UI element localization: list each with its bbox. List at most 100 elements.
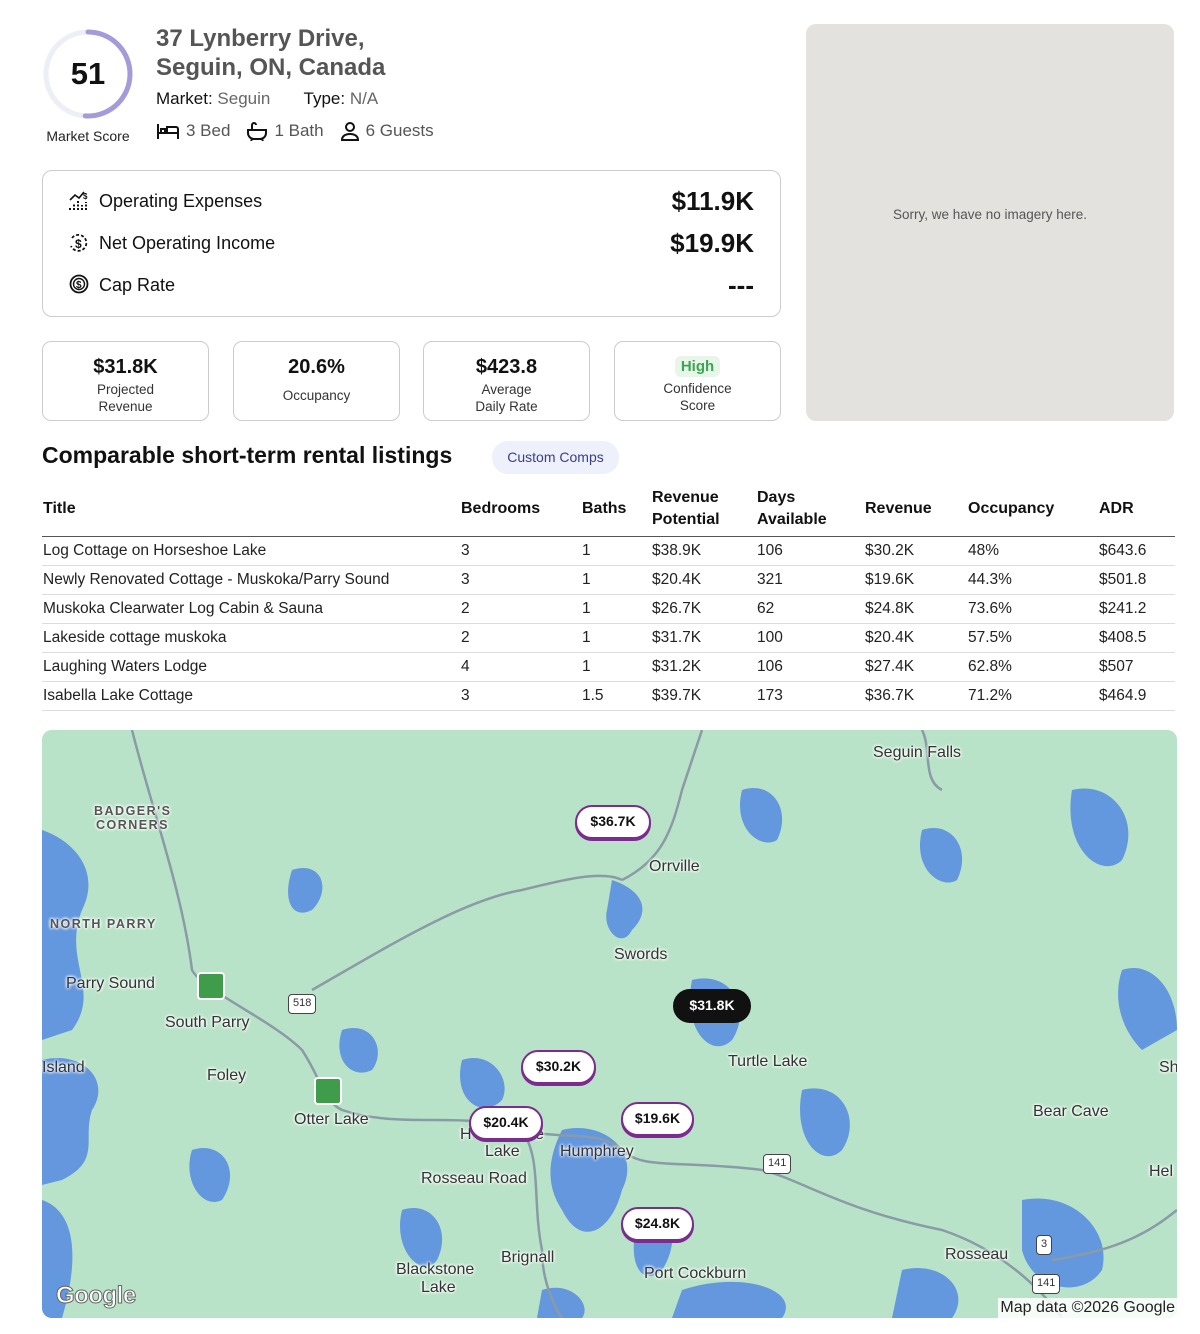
comps-title: Comparable short-term rental listings — [42, 442, 453, 468]
place-port-cockburn: Port Cockburn — [644, 1265, 747, 1282]
cell-title: Laughing Waters Lodge — [42, 652, 460, 682]
confidence-card: High Confidence Score — [614, 341, 781, 421]
place-island: Island — [42, 1059, 85, 1076]
place-foley: Foley — [207, 1067, 247, 1084]
cell-revenue-potential: $31.7K — [651, 623, 756, 653]
operating-expenses-value: $11.9K — [671, 185, 754, 216]
operating-expenses-row: $ Operating Expenses $11.9K — [67, 186, 754, 216]
bed-icon — [157, 124, 179, 139]
financials-panel: $ Operating Expenses $11.9K $ Net Operat… — [42, 170, 781, 317]
cell-title: Log Cottage on Horseshoe Lake — [42, 536, 460, 566]
park-maple-leaf-icon — [197, 972, 225, 1000]
place-south-parry: South Parry — [165, 1014, 250, 1031]
map-pin-24-8k[interactable]: $24.8K — [621, 1207, 694, 1241]
custom-comps-button[interactable]: Custom Comps — [492, 441, 619, 474]
google-logo: Google — [56, 1282, 137, 1310]
col-revenue[interactable]: Revenue — [864, 482, 967, 537]
cell-occupancy: 71.2% — [967, 681, 1098, 711]
bathtub-icon — [247, 122, 268, 141]
table-row[interactable]: Laughing Waters Lodge 4 1 $31.2K 106 $27.4K 62… — [42, 652, 1175, 682]
projected-revenue-label: Projected Revenue — [43, 381, 208, 415]
net-operating-income-row: $ Net Operating Income $19.9K — [67, 228, 754, 258]
comps-header-row: Title Bedrooms Baths Revenue Potential Da… — [42, 482, 1175, 537]
place-hel-fragment: Hel — [1149, 1163, 1174, 1180]
dollar-cycle-icon: $ — [67, 231, 91, 255]
cap-rate-label: Cap Rate — [99, 274, 176, 295]
occupancy-value: 20.6% — [288, 356, 345, 378]
adr-label-line2: Daily Rate — [475, 399, 538, 414]
property-address: 37 Lynberry Drive, Seguin, ON, Canada — [156, 24, 385, 82]
adr-value: $423.8 — [475, 356, 538, 378]
table-row[interactable]: Log Cottage on Horseshoe Lake 3 1 $38.9K 106… — [42, 536, 1175, 566]
map-pin-20-4k[interactable]: $20.4K — [469, 1106, 543, 1140]
cell-adr: $643.6 — [1098, 536, 1175, 566]
adr-label-line1: Average — [481, 382, 532, 397]
col-revenue-potential[interactable]: Revenue Potential — [651, 482, 756, 537]
highway-shield-141-east: 141 — [1032, 1274, 1061, 1294]
cell-title: Newly Renovated Cottage - Muskoka/Parry … — [42, 565, 460, 595]
occupancy-label: Occupancy — [282, 388, 351, 403]
place-parry-sound: Parry Sound — [66, 975, 155, 992]
map-pin-30-2k[interactable]: $30.2K — [521, 1050, 596, 1084]
map-pin-19-6k[interactable]: $19.6K — [621, 1102, 694, 1136]
svg-text:$: $ — [83, 192, 88, 201]
address-line2: Seguin, ON, Canada — [156, 54, 386, 81]
place-otter-lake: Otter Lake — [294, 1111, 369, 1128]
place-bear-cave: Bear Cave — [1033, 1103, 1109, 1120]
cell-days: 106 — [756, 652, 864, 682]
place-rosseau-road: Rosseau Road — [421, 1170, 527, 1187]
col-adr[interactable]: ADR — [1098, 482, 1175, 537]
col-days-available[interactable]: Days Available — [756, 482, 864, 537]
cell-revenue-potential: $31.2K — [651, 652, 756, 682]
cell-bedrooms: 2 — [460, 623, 581, 653]
cell-days: 62 — [756, 594, 864, 624]
col-baths[interactable]: Baths — [581, 482, 651, 537]
col-revenue-potential-line2: Potential — [652, 510, 720, 528]
place-swords: Swords — [614, 946, 668, 963]
col-bedrooms[interactable]: Bedrooms — [460, 482, 581, 537]
cell-baths: 1.5 — [581, 681, 651, 711]
cell-adr: $408.5 — [1098, 623, 1175, 653]
cell-title: Isabella Lake Cottage — [42, 681, 460, 711]
table-row[interactable]: Muskoka Clearwater Log Cabin & Sauna 2 1 $2… — [42, 594, 1175, 624]
svg-text:$: $ — [76, 280, 82, 291]
table-row[interactable]: Newly Renovated Cottage - Muskoka/Parry … — [42, 565, 1175, 595]
map-pin-subject-31-8k[interactable]: $31.8K — [673, 989, 751, 1023]
comps-map[interactable]: Seguin Falls BADGER'S CORNERS Orrville N… — [42, 730, 1177, 1318]
adr-card: $423.8 Average Daily Rate — [423, 341, 590, 421]
cell-revenue: $19.6K — [864, 565, 967, 595]
cell-revenue: $20.4K — [864, 623, 967, 653]
market-value: Seguin — [217, 89, 271, 108]
table-row[interactable]: Isabella Lake Cottage 3 1.5 $39.7K 173 $36.7K… — [42, 681, 1175, 711]
cap-rate-value: --- — [728, 269, 754, 300]
col-title[interactable]: Title — [42, 482, 460, 537]
cell-baths: 1 — [581, 536, 651, 566]
beds-text: 3 Bed — [186, 121, 231, 140]
place-north-parry: NORTH PARRY — [50, 917, 157, 931]
cell-title: Lakeside cottage muskoka — [42, 623, 460, 653]
col-revenue-potential-line1: Revenue — [652, 488, 719, 506]
cell-revenue: $30.2K — [864, 536, 967, 566]
place-blackstone-lake: Lake — [421, 1279, 456, 1296]
score-label: Market Score — [46, 128, 130, 144]
park-maple-leaf-icon — [314, 1077, 342, 1105]
coin-icon: $ — [67, 273, 91, 297]
chart-icon: $ — [67, 189, 91, 213]
cell-baths: 1 — [581, 594, 651, 624]
market-score: 51 Market Score — [40, 28, 136, 144]
cell-baths: 1 — [581, 565, 651, 595]
market-label: Market: — [156, 89, 213, 108]
occupancy-card: 20.6% Occupancy — [233, 341, 400, 421]
table-row[interactable]: Lakeside cottage muskoka 2 1 $31.7K 100 $20.4… — [42, 623, 1175, 653]
map-attribution[interactable]: Map data ©2026 Google — [998, 1298, 1177, 1318]
col-occupancy[interactable]: Occupancy — [967, 482, 1098, 537]
cell-bedrooms: 4 — [460, 652, 581, 682]
property-meta: Market: Seguin Type: N/A — [156, 89, 378, 109]
map-pin-36-7k[interactable]: $36.7K — [575, 805, 651, 839]
place-corners: CORNERS — [96, 818, 170, 832]
cell-occupancy: 44.3% — [967, 565, 1098, 595]
cell-days: 321 — [756, 565, 864, 595]
projected-revenue-label-line1: Projected — [96, 382, 155, 397]
cell-revenue-potential: $39.7K — [651, 681, 756, 711]
place-humphrey: Humphrey — [560, 1143, 634, 1160]
